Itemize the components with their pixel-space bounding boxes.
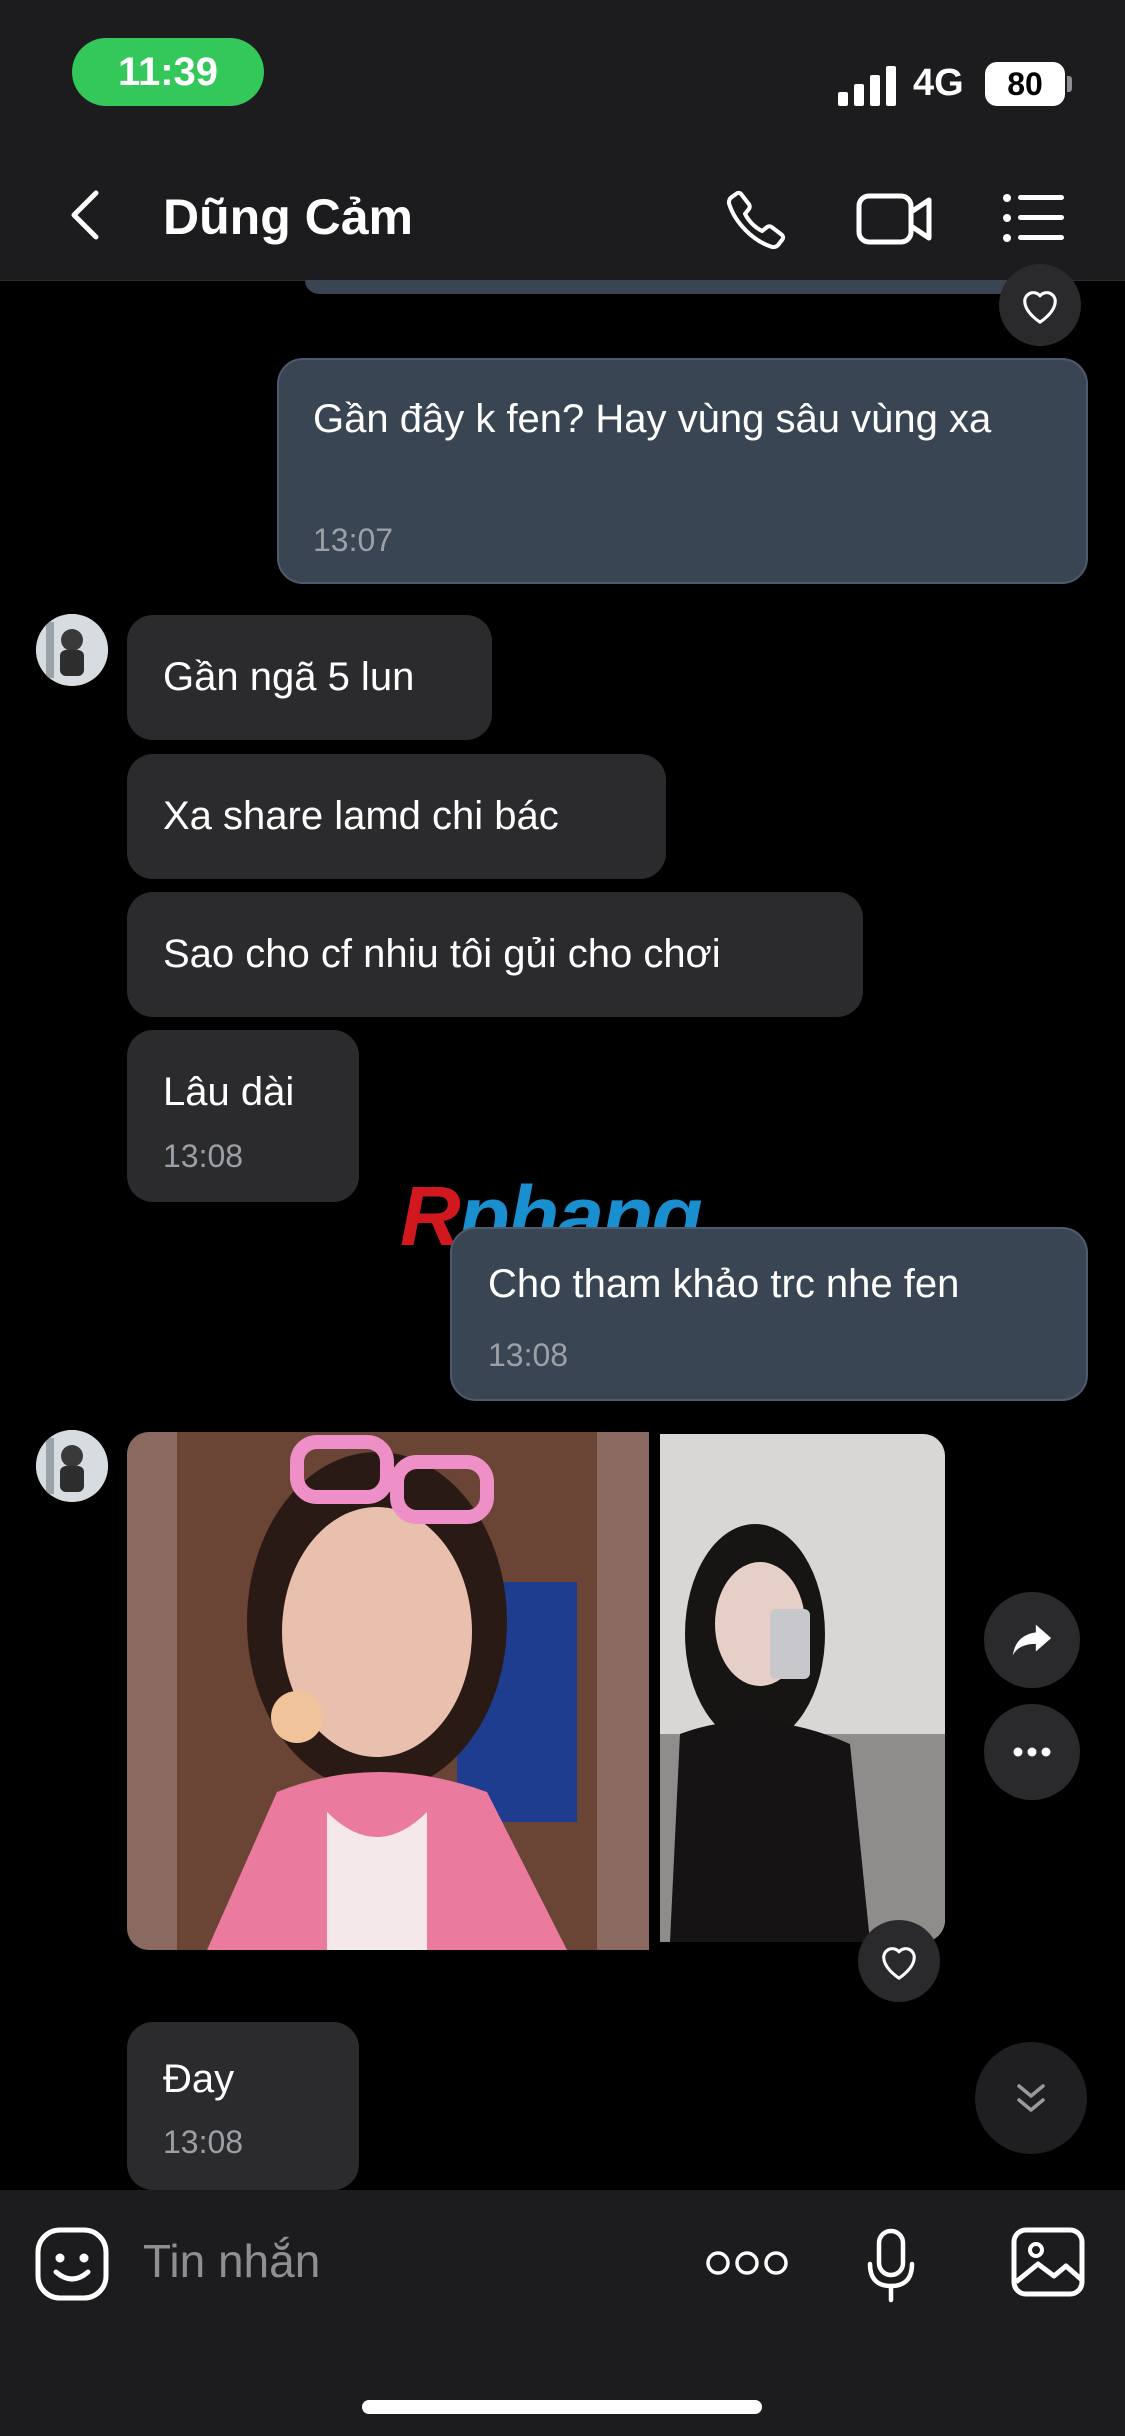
cellular-signal-icon	[838, 66, 896, 106]
message-bubble-incoming[interactable]: Gần ngã 5 lun	[127, 615, 492, 740]
photo-attachment[interactable]	[127, 1432, 649, 1950]
message-text: Sao cho cf nhiu tôi gủi cho chơi	[163, 932, 721, 976]
battery-tip	[1067, 76, 1072, 92]
photo-attachment[interactable]	[660, 1434, 945, 1942]
message-timestamp: 13:08	[163, 1138, 244, 1174]
battery-level: 80	[985, 62, 1065, 106]
emoji-sticker-icon[interactable]	[34, 2226, 110, 2302]
more-dots-icon[interactable]	[706, 2250, 788, 2276]
message-bubble-incoming[interactable]: Đay 13:08	[127, 2022, 359, 2190]
message-text: Đay	[163, 2057, 235, 2101]
previous-message-bubble	[305, 280, 1015, 294]
message-text: Cho tham khảo trc nhe fen	[488, 1262, 960, 1306]
message-bubble-incoming[interactable]: Xa share lamd chi bác	[127, 754, 666, 879]
more-dots-icon	[1013, 1747, 1051, 1757]
message-bubble-outgoing[interactable]: Cho tham khảo trc nhe fen 13:08	[450, 1227, 1088, 1401]
heart-icon	[1023, 291, 1057, 324]
message-text: Lâu dài	[163, 1070, 295, 1114]
message-text: Gần đây k fen? Hay vùng sâu vùng xa	[313, 397, 992, 441]
message-timestamp: 13:08	[163, 2124, 244, 2160]
status-time: 11:39	[72, 38, 264, 106]
home-indicator[interactable]	[362, 2400, 762, 2414]
avatar[interactable]	[36, 1430, 108, 1502]
forward-button[interactable]	[984, 1592, 1080, 1688]
heart-icon	[882, 1947, 916, 1980]
message-bubble-outgoing[interactable]: Gần đây k fen? Hay vùng sâu vùng xa 13:0…	[277, 358, 1088, 584]
message-text: Gần ngã 5 lun	[163, 655, 415, 699]
message-bubble-incoming[interactable]: Sao cho cf nhiu tôi gủi cho chơi	[127, 892, 863, 1017]
video-camera-icon[interactable]	[855, 188, 935, 250]
message-bubble-incoming[interactable]: Lâu dài 13:08	[127, 1030, 359, 1202]
phone-icon[interactable]	[722, 184, 792, 254]
more-options-button[interactable]	[984, 1704, 1080, 1800]
microphone-icon[interactable]	[866, 2228, 916, 2304]
heart-reaction-button[interactable]	[858, 1920, 940, 2002]
message-timestamp: 13:07	[313, 522, 394, 558]
message-input[interactable]: Tin nhắn	[143, 2234, 320, 2288]
scroll-to-bottom-button[interactable]	[975, 2042, 1087, 2154]
page-title[interactable]: Dũng Cảm	[163, 188, 413, 246]
double-chevron-down-icon	[1017, 2084, 1045, 2112]
image-gallery-icon[interactable]	[1010, 2226, 1086, 2298]
message-text: Xa share lamd chi bác	[163, 794, 559, 838]
heart-reaction-button[interactable]	[999, 264, 1081, 346]
message-timestamp: 13:08	[488, 1337, 569, 1373]
avatar[interactable]	[36, 614, 108, 686]
network-type: 4G	[913, 62, 964, 104]
list-menu-icon[interactable]	[1002, 190, 1066, 246]
share-arrow-icon	[1012, 1624, 1052, 1656]
chevron-left-icon[interactable]	[62, 185, 106, 245]
